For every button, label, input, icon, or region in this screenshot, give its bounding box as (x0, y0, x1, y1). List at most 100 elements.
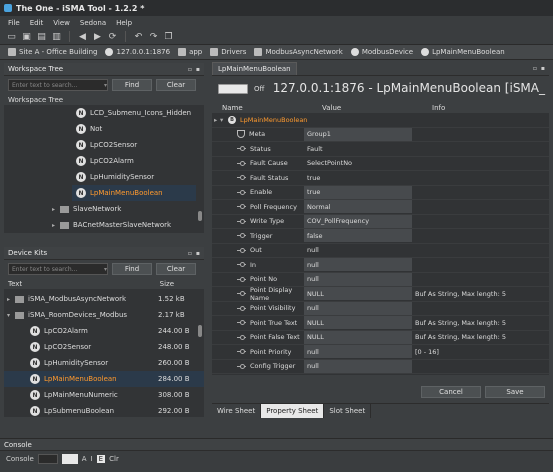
open-icon[interactable]: ▣ (21, 31, 32, 42)
property-value[interactable]: true (304, 185, 412, 199)
tree-item[interactable]: ▸ BACnetMasterSlaveNetwork (52, 217, 204, 233)
redo-icon[interactable]: ↷ (148, 31, 159, 42)
kit-row[interactable]: N LpSubmenuBoolean 292.00 B (4, 403, 204, 417)
property-value[interactable]: Normal (304, 200, 412, 214)
property-row[interactable]: Fault Status true (212, 171, 549, 186)
console-input[interactable] (37, 454, 58, 464)
copy-icon[interactable]: ❐ (163, 31, 174, 42)
tree-item[interactable]: N LCD_Submenu_Icons_Hidden (76, 105, 204, 121)
kit-row[interactable]: N LpCO2Sensor 248.00 B (4, 339, 204, 355)
breadcrumb-drivers[interactable]: Drivers (210, 48, 246, 56)
kit-row[interactable]: ▸ iSMA_ModbusAsyncNetwork 1.52 kB (4, 291, 204, 307)
property-row[interactable]: Meta Group1 (212, 127, 549, 142)
menu-sedona[interactable]: Sedona (80, 19, 106, 27)
tab-lpmainmenuboolean[interactable]: LpMainMenuBoolean (212, 62, 297, 75)
tab-property-sheet[interactable]: Property Sheet (261, 403, 325, 418)
kits-search-input[interactable]: Enter text to search... ▾ (8, 263, 108, 275)
console-button-i[interactable]: I (91, 455, 93, 463)
kit-row[interactable]: N LpHumiditySensor 260.00 B (4, 355, 204, 371)
kit-row[interactable]: ▾ iSMA_RoomDevices_Modbus 2.17 kB (4, 307, 204, 323)
pin-icon[interactable]: ▫ (188, 66, 192, 73)
kit-row[interactable]: N LpMainMenuNumeric 308.00 B (4, 387, 204, 403)
breadcrumb-modbus-device[interactable]: ModbusDevice (350, 48, 413, 56)
save-all-icon[interactable]: ▥ (51, 31, 62, 42)
breadcrumb-component[interactable]: LpMainMenuBoolean (421, 48, 505, 56)
minimize-icon[interactable]: ▪ (196, 250, 200, 257)
new-icon[interactable]: ▭ (6, 31, 17, 42)
expand-arrow-icon[interactable]: ▸ (52, 206, 60, 213)
breadcrumb-app[interactable]: app (178, 48, 202, 56)
expand-arrow-icon[interactable]: ▸ (212, 116, 220, 124)
property-value[interactable]: COV_PollFrequency (304, 214, 412, 228)
maximize-icon[interactable]: ▪ (541, 65, 545, 72)
dropdown-icon[interactable]: ▾ (104, 266, 107, 273)
workspace-search-input[interactable]: Enter text to search... ▾ (8, 79, 108, 91)
property-row[interactable]: Point Priority null [0 - 16] (212, 345, 549, 360)
tree-item[interactable]: ▸ SlaveNetwork (52, 201, 204, 217)
property-row[interactable]: In null (212, 258, 549, 273)
menu-edit[interactable]: Edit (30, 19, 44, 27)
property-value[interactable]: null (304, 258, 412, 272)
property-row[interactable]: Write Type COV_PollFrequency (212, 214, 549, 229)
menu-file[interactable]: File (8, 19, 20, 27)
undo-icon[interactable]: ↶ (133, 31, 144, 42)
pin-icon[interactable]: ▫ (188, 250, 192, 257)
tab-wire-sheet[interactable]: Wire Sheet (212, 403, 262, 418)
property-row[interactable]: Point Visibility null (212, 301, 549, 316)
cancel-button[interactable]: Cancel (421, 386, 481, 398)
tree-item[interactable]: N LpCO2Sensor (76, 137, 204, 153)
expand-arrow-icon[interactable]: ▸ (52, 222, 60, 229)
minimize-icon[interactable]: ▪ (196, 66, 200, 73)
property-row[interactable]: Status Fault (212, 142, 549, 157)
property-row[interactable]: Point Display Name NULL Buf As String, Max… (212, 286, 549, 302)
enable-toggle[interactable] (218, 84, 248, 94)
kits-clear-button[interactable]: Clear (156, 263, 196, 275)
console-input-extra[interactable] (61, 454, 78, 464)
save-button[interactable]: Save (485, 386, 545, 398)
kit-row[interactable]: N LpCO2Alarm 244.00 B (4, 323, 204, 339)
property-row[interactable]: Poll Frequency Normal (212, 200, 549, 215)
kits-scrollbar[interactable] (198, 325, 202, 337)
property-value[interactable]: null (304, 272, 412, 286)
property-row[interactable]: Point True Text NULL Buf As String, Max le… (212, 316, 549, 331)
dropdown-icon[interactable]: ▾ (104, 82, 107, 89)
tab-slot-sheet[interactable]: Slot Sheet (324, 403, 372, 418)
workspace-find-button[interactable]: Find (112, 79, 152, 91)
console-button-e[interactable]: E (96, 455, 106, 463)
kits-find-button[interactable]: Find (112, 263, 152, 275)
property-row[interactable]: Enable true (212, 185, 549, 200)
expand-arrow-icon[interactable]: ▾ (7, 312, 15, 319)
breadcrumb-network[interactable]: ModbusAsyncNetwork (254, 48, 343, 56)
property-root-row[interactable]: ▸ ▾ B LpMainMenuBoolean (212, 113, 549, 128)
breadcrumb-device[interactable]: 127.0.0.1:1876 (105, 48, 170, 56)
back-icon[interactable]: ◀ (77, 31, 88, 42)
save-icon[interactable]: ▤ (36, 31, 47, 42)
console-button-a[interactable]: A (82, 455, 87, 463)
menu-view[interactable]: View (53, 19, 70, 27)
property-row[interactable]: Fault Cause SelectPointNo (212, 157, 549, 171)
property-value[interactable]: NULL (304, 316, 412, 330)
property-value[interactable]: null (304, 359, 412, 373)
kit-row-selected[interactable]: N LpMainMenuBoolean 284.00 B (4, 371, 204, 387)
expand-arrow-icon[interactable]: ▸ (7, 296, 15, 303)
property-row[interactable]: Point False Text NULL Buf As String, Max l… (212, 330, 549, 345)
tree-item[interactable]: N LpCO2Alarm (76, 153, 204, 169)
tree-item[interactable]: N Not (76, 121, 204, 137)
history-icon[interactable]: ⟳ (107, 31, 118, 42)
property-value[interactable]: false (304, 229, 412, 243)
property-value[interactable]: Group1 (304, 127, 412, 141)
pin-icon[interactable]: ▫ (533, 65, 537, 72)
workspace-scrollbar[interactable] (198, 211, 202, 221)
workspace-clear-button[interactable]: Clear (156, 79, 196, 91)
property-row[interactable]: Config Trigger null (212, 359, 549, 374)
tree-item-selected[interactable]: N LpMainMenuBoolean (72, 185, 196, 201)
property-value[interactable]: null (304, 345, 412, 359)
collapse-arrow-icon[interactable]: ▾ (220, 116, 228, 124)
property-value[interactable]: NULL (304, 287, 412, 301)
property-row[interactable]: Out null (212, 244, 549, 258)
property-row[interactable]: Trigger false (212, 229, 549, 244)
menu-help[interactable]: Help (116, 19, 132, 27)
property-value[interactable]: NULL (304, 330, 412, 344)
breadcrumb-site[interactable]: Site A - Office Building (8, 48, 97, 56)
property-value[interactable]: null (304, 301, 412, 315)
